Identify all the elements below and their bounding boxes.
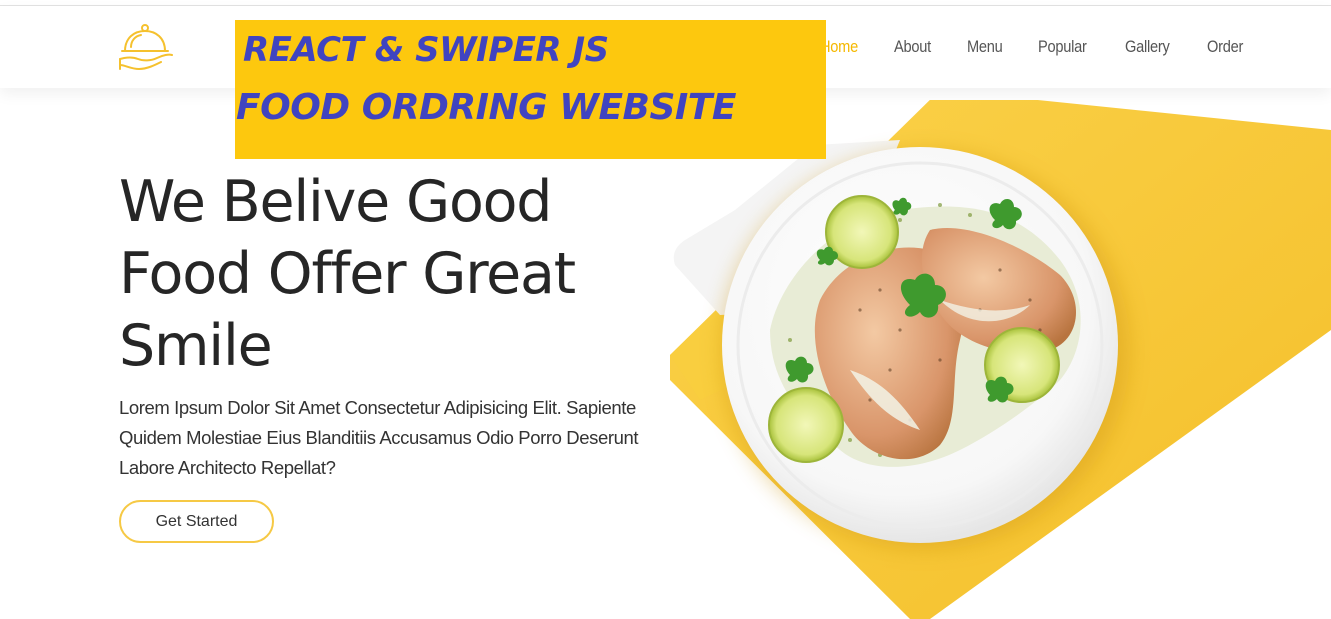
nav-links: Home About Menu Popular Gallery Order: [820, 37, 1279, 57]
hero-food-image: [670, 100, 1331, 619]
hero-description: Lorem Ipsum Dolor Sit Amet Consectetur A…: [119, 397, 639, 478]
nav-link-gallery[interactable]: Gallery: [1125, 37, 1170, 57]
get-started-button[interactable]: Get Started: [119, 500, 274, 543]
nav-link-order[interactable]: Order: [1207, 37, 1243, 57]
title-banner: REACT & SWIPER JS FOOD ORDRING WEBSITE: [235, 20, 826, 159]
hero-title: We Belive Good Food Offer Great Smile: [119, 169, 576, 379]
nav-link-menu[interactable]: Menu: [967, 37, 1003, 57]
nav-link-about[interactable]: About: [894, 37, 931, 57]
banner-line-1: REACT & SWIPER JS: [243, 30, 609, 70]
banner-line-2: FOOD ORDRING WEBSITE: [236, 87, 736, 128]
cloche-serving-icon[interactable]: [117, 21, 175, 73]
nav-link-popular[interactable]: Popular: [1038, 37, 1087, 57]
lime-slice: [768, 387, 844, 463]
